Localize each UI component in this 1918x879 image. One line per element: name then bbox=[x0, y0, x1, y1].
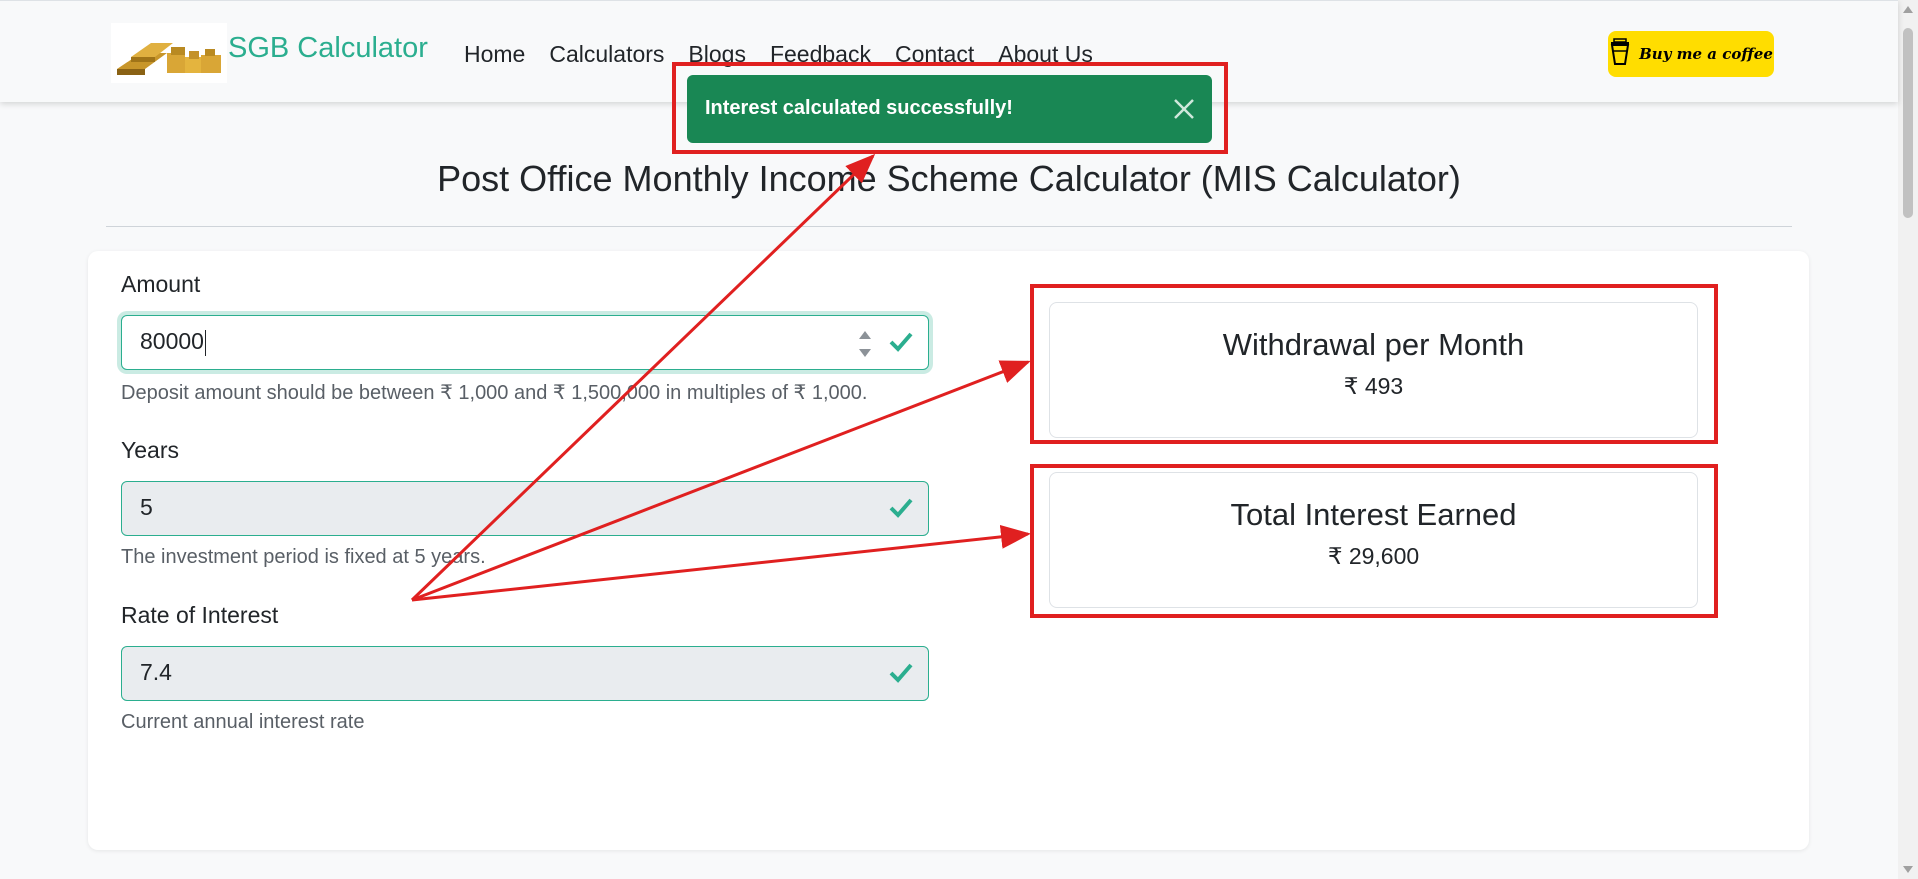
years-value: 5 bbox=[140, 494, 153, 520]
brand-name[interactable]: SGB Calculator bbox=[228, 32, 428, 65]
coffee-label: Buy me a coffee bbox=[1639, 45, 1773, 63]
scroll-down-arrow-icon[interactable] bbox=[1903, 866, 1913, 873]
scroll-up-arrow-icon[interactable] bbox=[1903, 6, 1913, 13]
years-hint: The investment period is fixed at 5 year… bbox=[121, 546, 486, 568]
page-title: Post Office Monthly Income Scheme Calcul… bbox=[437, 158, 1461, 199]
gold-bars-logo[interactable] bbox=[111, 23, 227, 83]
rate-input[interactable]: 7.4 bbox=[121, 646, 929, 701]
amount-value: 80000 bbox=[140, 328, 206, 356]
nav-home[interactable]: Home bbox=[464, 41, 525, 68]
nav-calculators[interactable]: Calculators bbox=[549, 41, 664, 68]
annotation-box-toast bbox=[672, 62, 1228, 154]
annotation-box-withdrawal bbox=[1030, 284, 1718, 444]
rate-label: Rate of Interest bbox=[121, 602, 279, 628]
valid-check-icon bbox=[888, 494, 914, 520]
amount-hint: Deposit amount should be between ₹ 1,000… bbox=[121, 382, 868, 404]
amount-input[interactable]: 80000 bbox=[121, 315, 929, 370]
number-stepper-icon[interactable] bbox=[858, 328, 872, 360]
years-input[interactable]: 5 bbox=[121, 481, 929, 536]
buy-me-a-coffee-button[interactable]: Buy me a coffee bbox=[1608, 31, 1774, 77]
valid-check-icon bbox=[888, 328, 914, 354]
amount-label: Amount bbox=[121, 271, 201, 297]
annotation-box-interest bbox=[1030, 464, 1718, 618]
rate-value: 7.4 bbox=[140, 659, 172, 685]
rate-hint: Current annual interest rate bbox=[121, 711, 365, 733]
coffee-cup-icon bbox=[1609, 38, 1631, 70]
years-label: Years bbox=[121, 437, 179, 463]
scroll-thumb[interactable] bbox=[1903, 28, 1913, 218]
divider bbox=[106, 226, 1792, 227]
valid-check-icon bbox=[888, 659, 914, 685]
vertical-scrollbar[interactable] bbox=[1898, 0, 1918, 879]
